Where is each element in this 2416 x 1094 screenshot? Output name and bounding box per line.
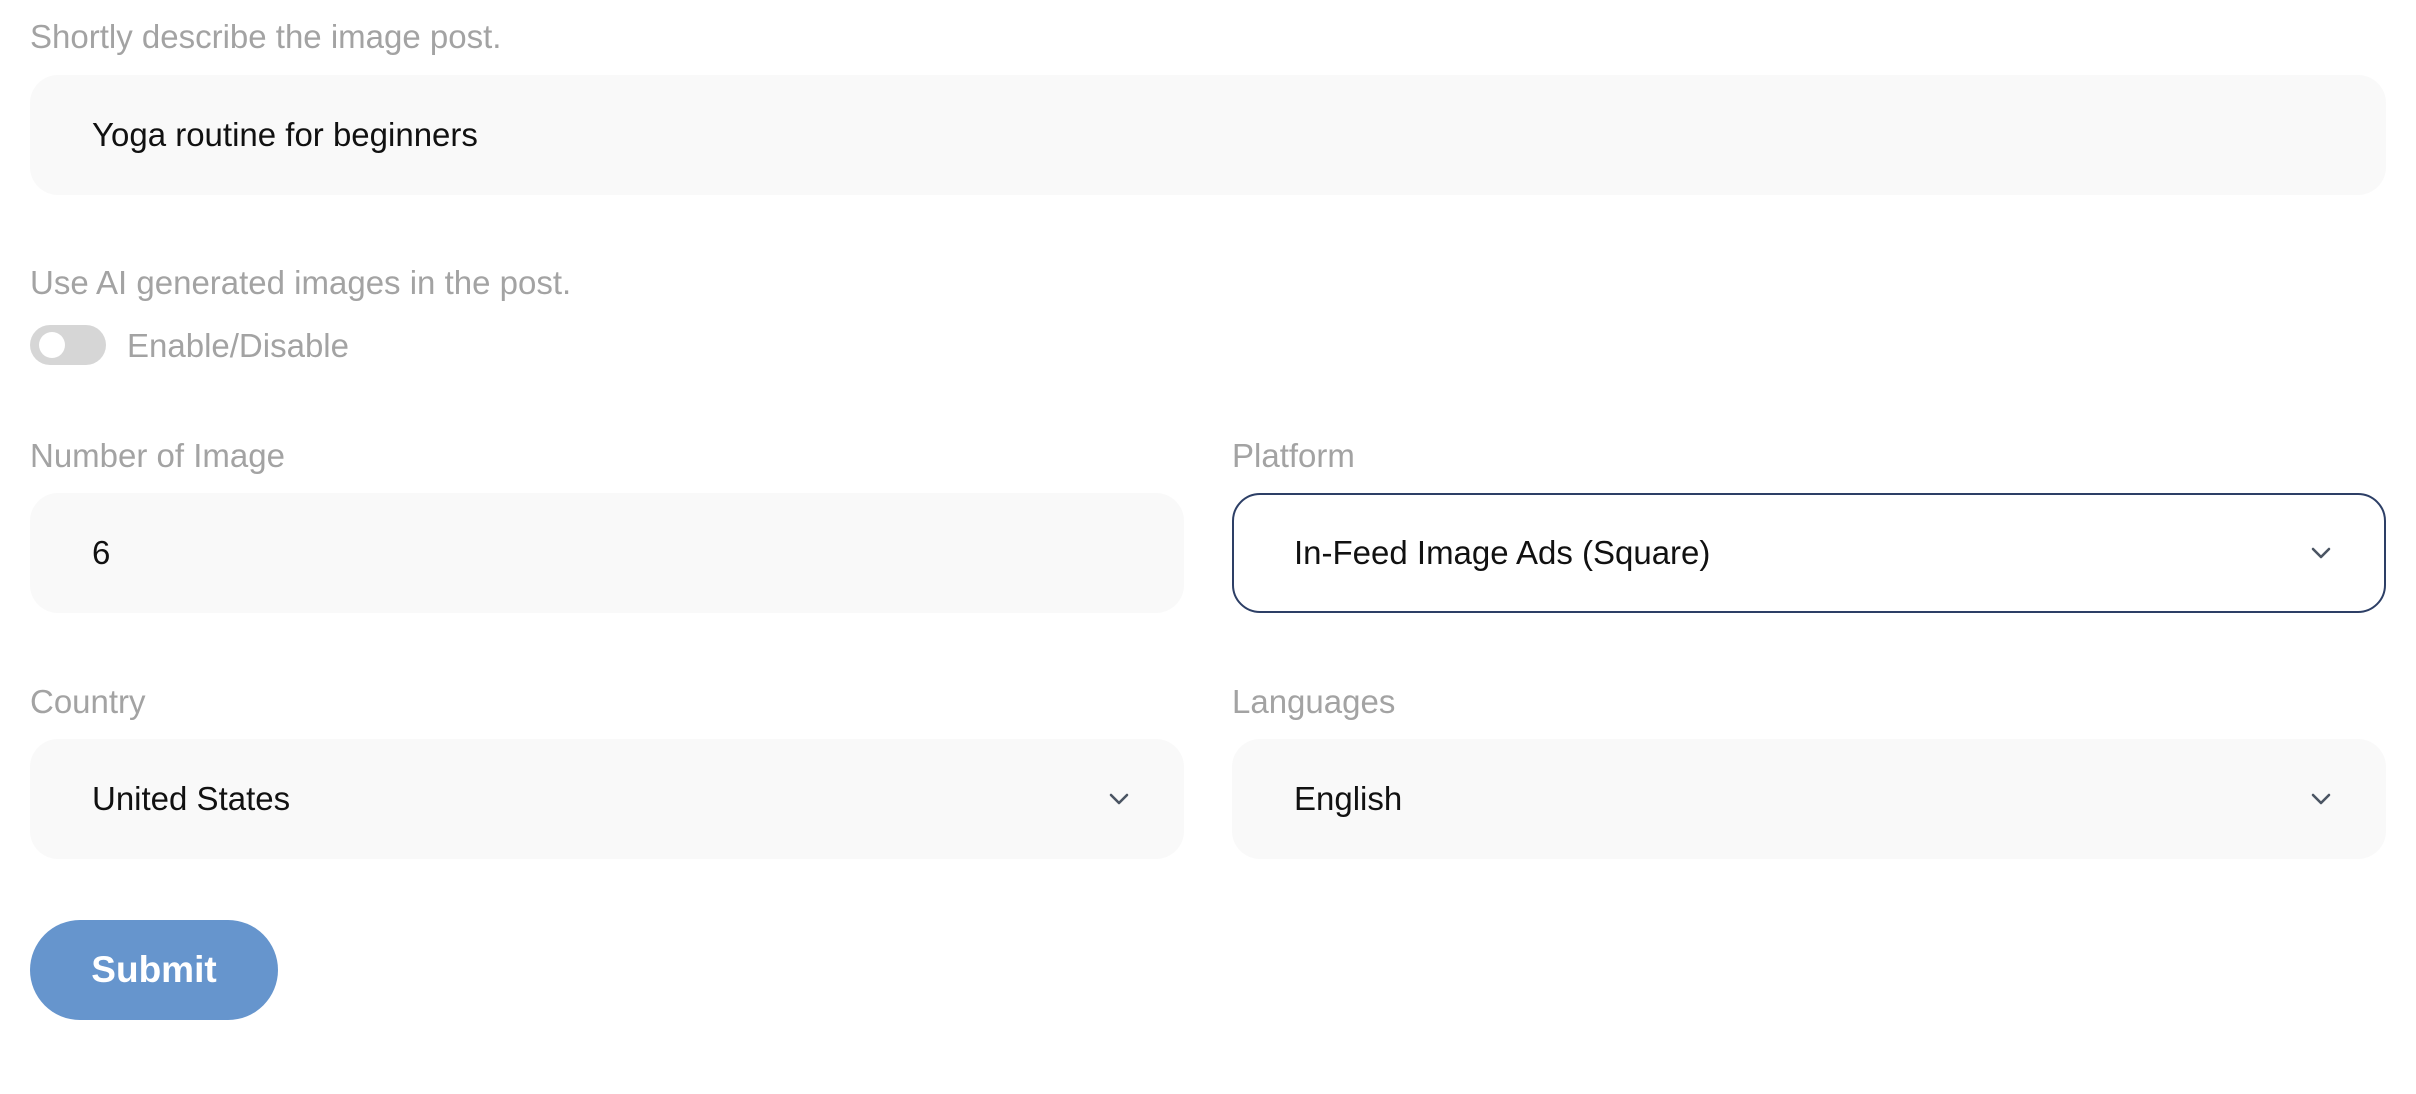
country-select[interactable]: United States: [30, 739, 1184, 859]
languages-select[interactable]: English: [1232, 739, 2386, 859]
ai-images-toggle-label: Enable/Disable: [127, 327, 349, 364]
chevron-down-icon: [1104, 784, 1134, 814]
languages-value: English: [1294, 780, 1403, 817]
platform-select[interactable]: In-Feed Image Ads (Square): [1232, 493, 2386, 613]
ai-images-label: Use AI generated images in the post.: [30, 264, 572, 301]
submit-button[interactable]: Submit: [30, 920, 278, 1020]
platform-value: In-Feed Image Ads (Square): [1294, 534, 1711, 571]
description-value: Yoga routine for beginners: [92, 116, 478, 153]
country-value: United States: [92, 780, 291, 817]
number-of-images-label: Number of Image: [30, 437, 285, 474]
chevron-down-icon: [2306, 784, 2336, 814]
description-input[interactable]: Yoga routine for beginners: [30, 75, 2386, 195]
platform-label: Platform: [1232, 437, 1355, 474]
country-label: Country: [30, 683, 146, 720]
ai-images-toggle[interactable]: [30, 325, 106, 365]
description-label: Shortly describe the image post.: [30, 18, 502, 55]
languages-label: Languages: [1232, 683, 1396, 720]
number-of-images-value: 6: [92, 534, 111, 571]
chevron-down-icon: [2306, 538, 2336, 568]
toggle-knob: [39, 332, 65, 358]
number-of-images-input[interactable]: 6: [30, 493, 1184, 613]
